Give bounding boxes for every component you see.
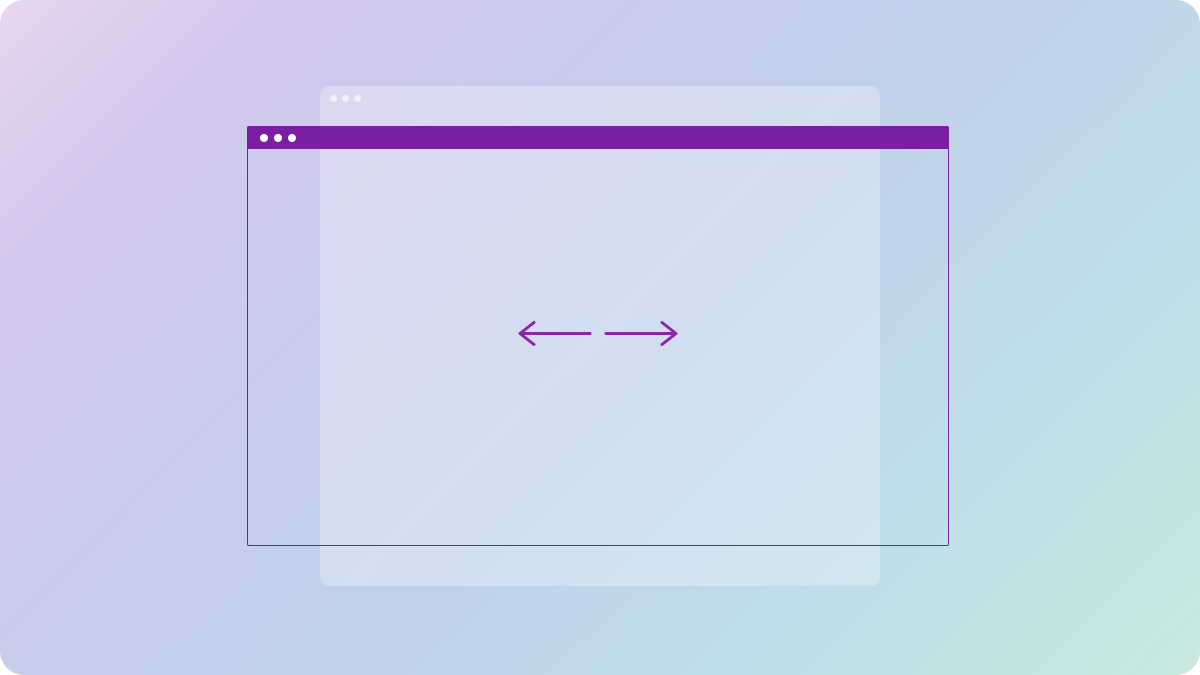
diagram-canvas: [0, 0, 1200, 675]
traffic-light-dot-icon: [260, 134, 268, 142]
traffic-light-dot-icon: [288, 134, 296, 142]
traffic-light-dot-icon: [354, 95, 361, 102]
foreground-window: [247, 126, 949, 546]
background-window-titlebar: [320, 86, 880, 110]
traffic-light-dot-icon: [330, 95, 337, 102]
traffic-light-dot-icon: [274, 134, 282, 142]
resize-arrows-icon: [508, 314, 688, 359]
traffic-light-dot-icon: [342, 95, 349, 102]
foreground-window-titlebar: [248, 127, 948, 149]
